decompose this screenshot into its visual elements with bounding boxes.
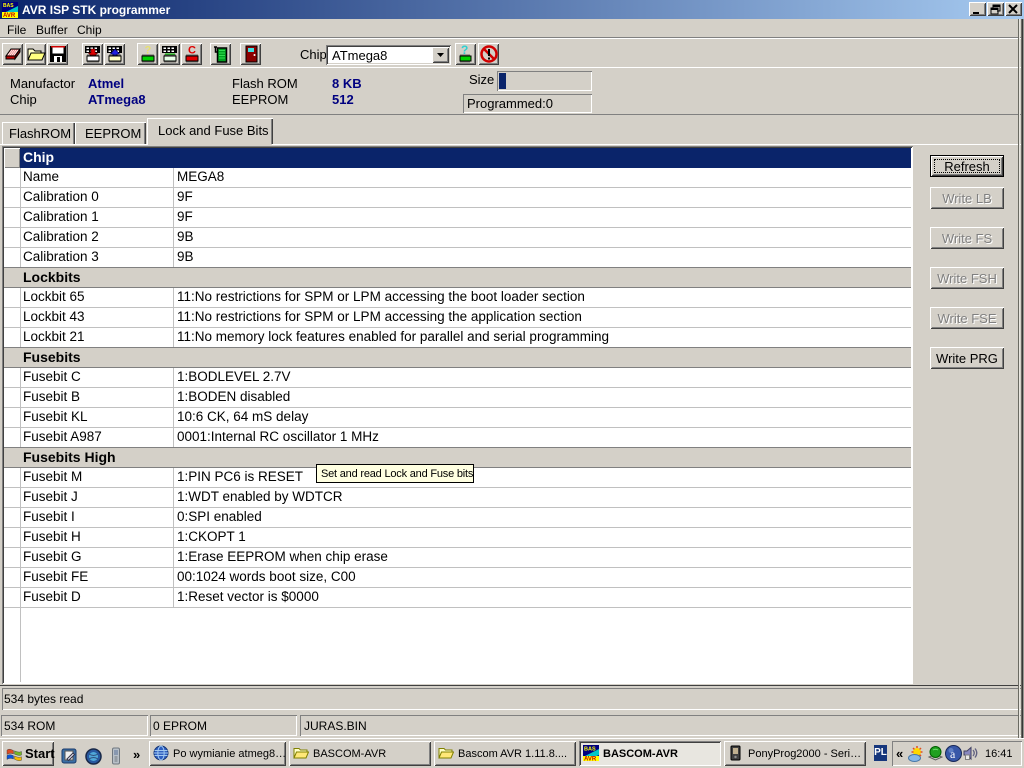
svg-text:a: a: [950, 747, 956, 761]
svg-text:AVR: AVR: [3, 13, 16, 18]
svg-text:BAS: BAS: [3, 3, 14, 9]
svg-text:?: ?: [145, 45, 152, 57]
svg-text:AVR: AVR: [584, 757, 597, 762]
